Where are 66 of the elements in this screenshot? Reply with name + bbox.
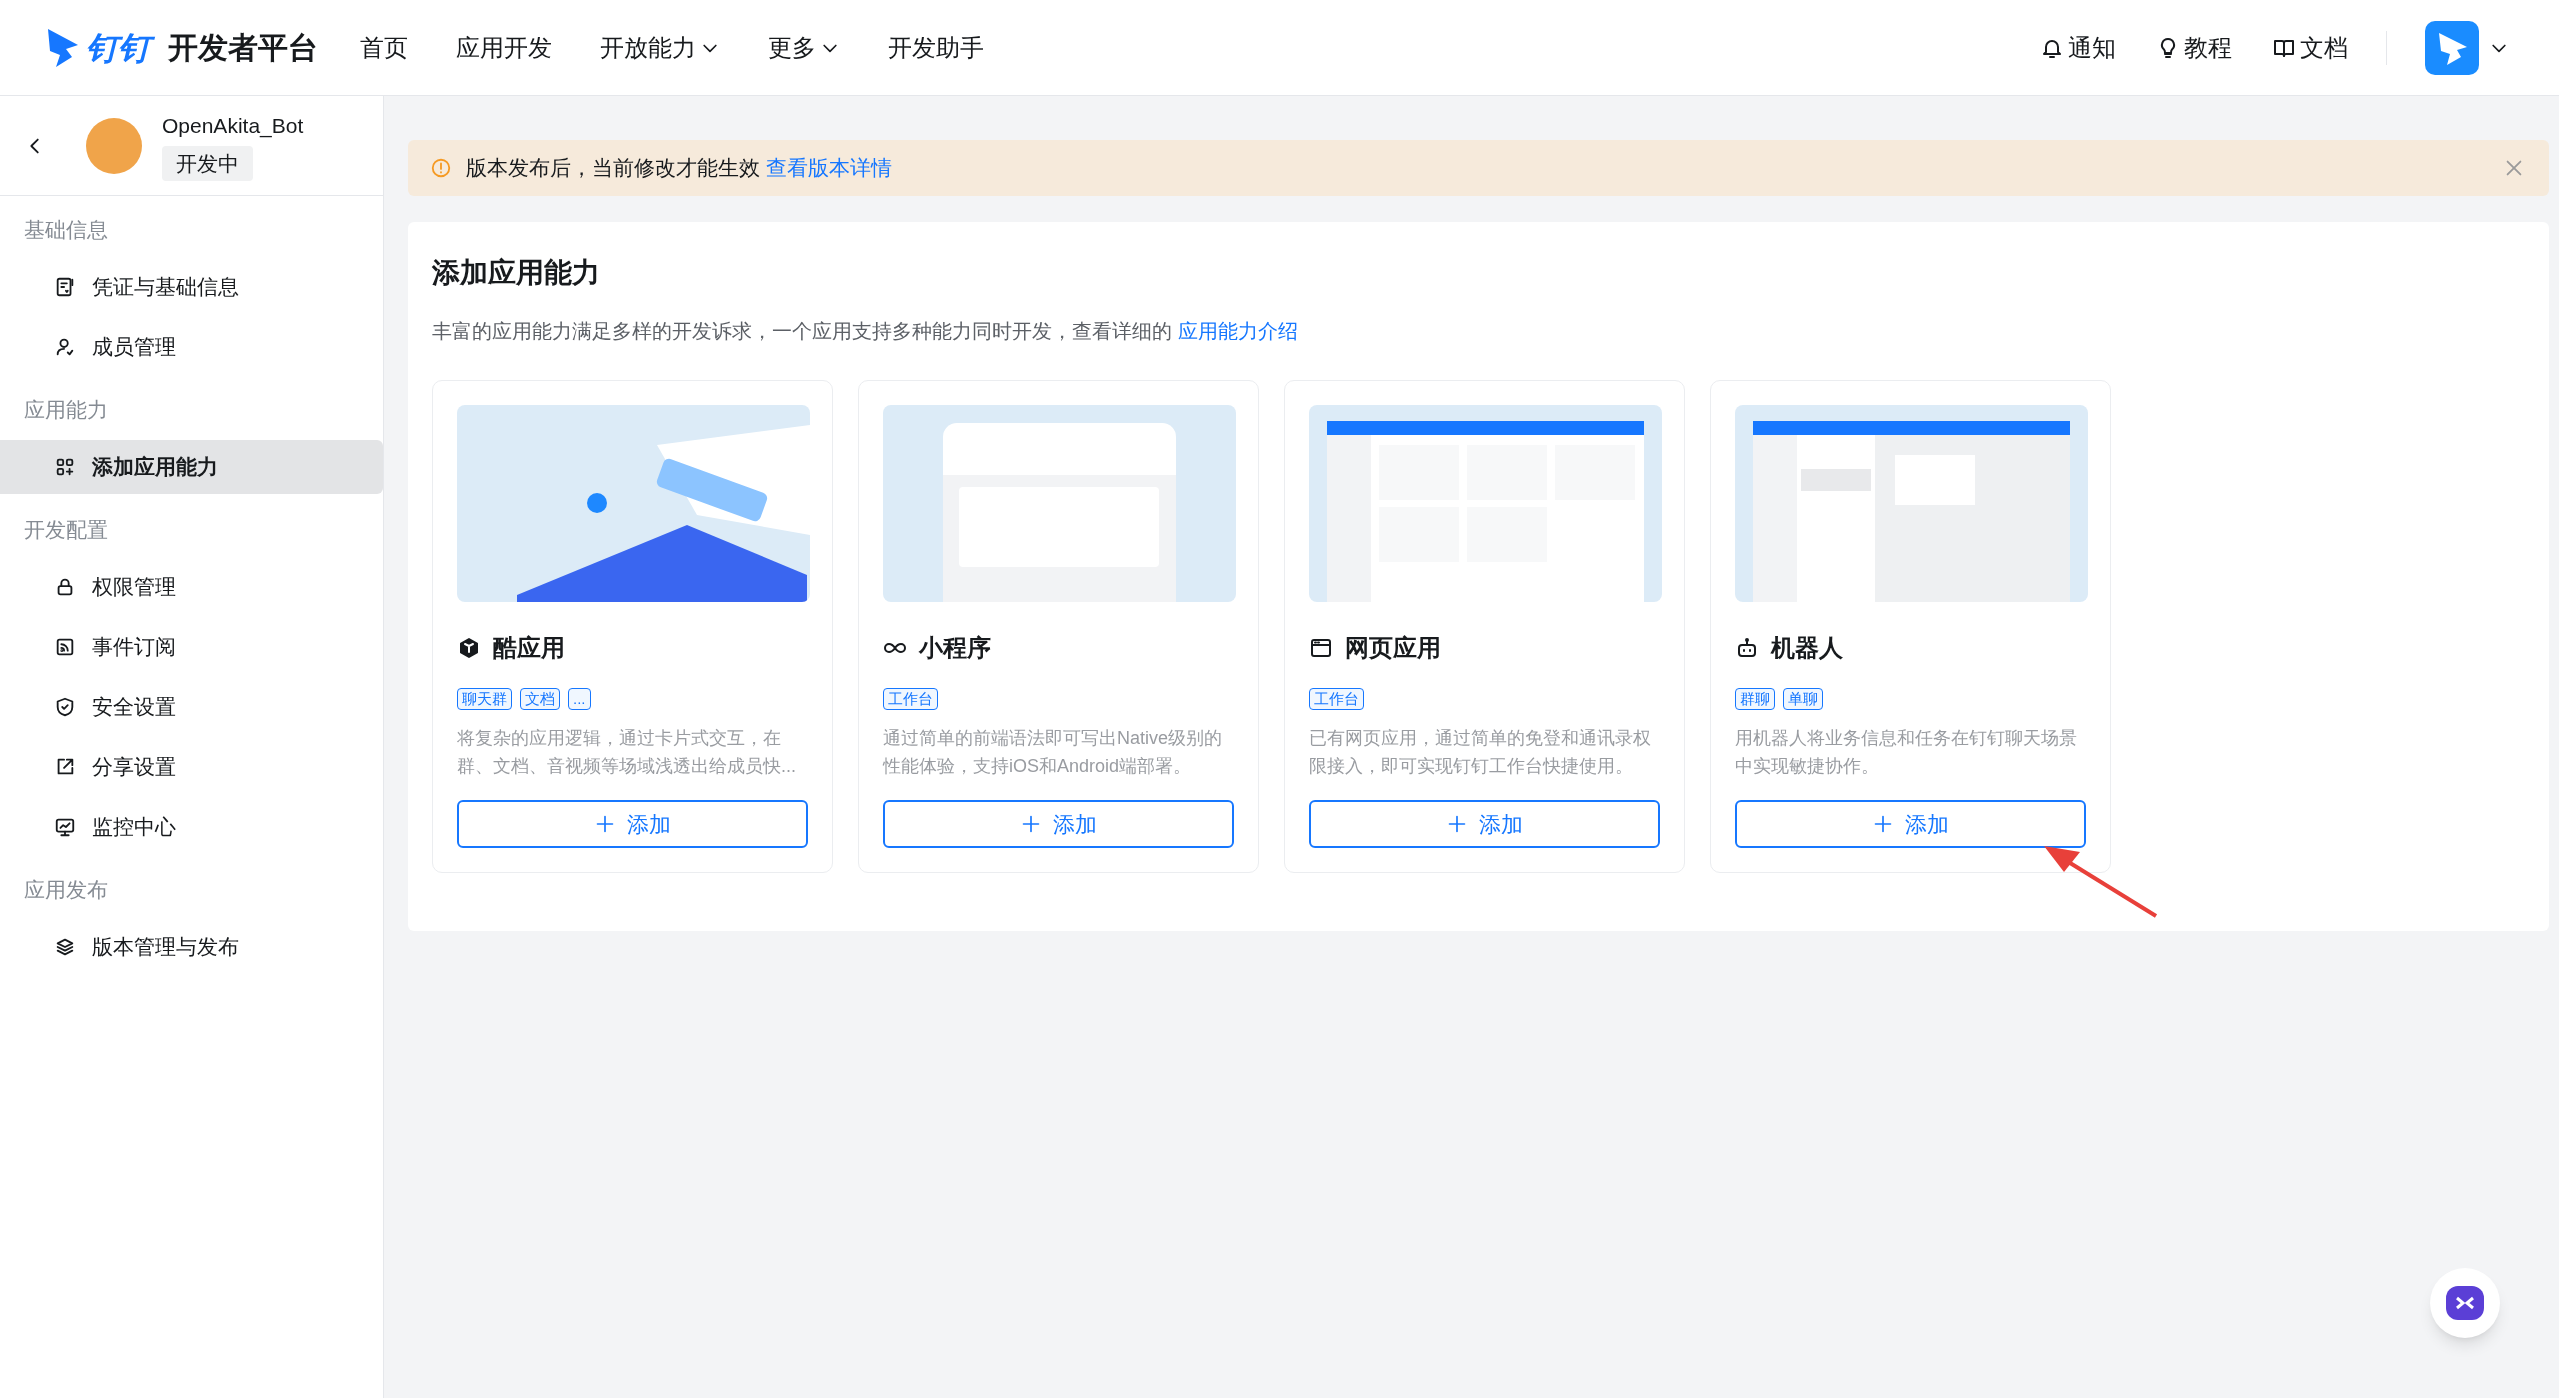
- sidebar-item[interactable]: 权限管理: [0, 560, 383, 614]
- nav-link[interactable]: 开发助手: [888, 29, 984, 66]
- layers-icon: [54, 936, 76, 958]
- user-icon: [54, 336, 76, 358]
- brand-title: 开发者平台: [168, 30, 318, 66]
- add-button[interactable]: 添加: [1735, 800, 2086, 848]
- sidebar-item[interactable]: 监控中心: [0, 800, 383, 854]
- status-badge: 开发中: [162, 145, 253, 181]
- page-description: 丰富的应用能力满足多样的开发诉求，一个应用支持多种能力同时开发，查看详细的 应用能力介绍: [432, 319, 1299, 344]
- tag: 单聊: [1783, 688, 1823, 710]
- sidebar-item[interactable]: 版本管理与发布: [0, 920, 383, 974]
- tag: 文档: [520, 688, 560, 710]
- section-title: 开发配置: [23, 517, 109, 544]
- plus-icon: [1872, 814, 1893, 834]
- plus-icon: [1020, 814, 1041, 834]
- header-link[interactable]: 文档: [2272, 29, 2348, 66]
- card-description: 通过简单的前端语法即可写出Native级别的性能体验，支持iOS和Android端部署。: [883, 727, 1224, 778]
- add-button[interactable]: 添加: [457, 800, 808, 848]
- sidebar-item[interactable]: 成员管理: [0, 320, 383, 374]
- page-title: 添加应用能力: [432, 256, 601, 290]
- sidebar-item[interactable]: 安全设置: [0, 680, 383, 734]
- document-icon: [54, 276, 76, 298]
- app-name: OpenAkita_Bot: [162, 113, 304, 140]
- card-title: 网页应用: [1345, 633, 1441, 663]
- sidebar-item[interactable]: 添加应用能力: [0, 440, 383, 494]
- header-link[interactable]: 通知: [2040, 29, 2116, 66]
- add-button[interactable]: 添加: [1309, 800, 1660, 848]
- section-title: 基础信息: [23, 217, 109, 244]
- card-title: 酷应用: [493, 633, 565, 663]
- sidebar-item[interactable]: 事件订阅: [0, 620, 383, 674]
- nav-link[interactable]: 开放能力: [600, 29, 720, 66]
- add-button[interactable]: 添加: [883, 800, 1234, 848]
- tag: 工作台: [1309, 688, 1364, 710]
- plus-icon: [1446, 814, 1467, 834]
- capability-intro-link[interactable]: 应用能力介绍: [1178, 320, 1298, 342]
- tag: 群聊: [1735, 688, 1775, 710]
- section-title: 应用能力: [23, 397, 109, 424]
- tag: 聊天群: [457, 688, 512, 710]
- chat-assistant-button[interactable]: [2430, 1268, 2500, 1338]
- card-description: 用机器人将业务信息和任务在钉钉聊天场景中实现敏捷协作。: [1735, 727, 2078, 778]
- nav-link[interactable]: 应用开发: [456, 29, 552, 66]
- browser-window-icon: [1309, 636, 1333, 660]
- nav-link[interactable]: 更多: [768, 29, 840, 66]
- info-icon: [430, 157, 452, 179]
- nav-link[interactable]: 首页: [360, 29, 408, 66]
- monitor-icon: [54, 816, 76, 838]
- logo-text: 钉钉: [86, 26, 158, 69]
- card-description: 将复杂的应用逻辑，通过卡片式交互，在群、文档、音视频等场域浅透出给成员快...: [457, 727, 797, 778]
- header-link[interactable]: 教程: [2156, 29, 2232, 66]
- card-title: 机器人: [1771, 633, 1843, 663]
- plus-icon: [594, 814, 615, 834]
- tag: ...: [568, 688, 591, 710]
- robot-icon: [1735, 636, 1759, 660]
- sidebar-item[interactable]: 凭证与基础信息: [0, 260, 383, 314]
- notice-text: 版本发布后，当前修改才能生效: [466, 155, 760, 182]
- shield-icon: [54, 696, 76, 718]
- grid-plus-icon: [54, 456, 76, 478]
- app-logo-icon[interactable]: [2425, 20, 2479, 75]
- rss-icon: [54, 636, 76, 658]
- sidebar-item[interactable]: 分享设置: [0, 740, 383, 794]
- tag: 工作台: [883, 688, 938, 710]
- logo-icon: [46, 26, 80, 69]
- card-title: 小程序: [919, 633, 991, 663]
- section-title: 应用发布: [23, 877, 109, 904]
- cube-icon: [457, 636, 481, 660]
- card-description: 已有网页应用，通过简单的免登和通讯录权限接入，即可实现钉钉工作台快捷使用。: [1309, 727, 1652, 778]
